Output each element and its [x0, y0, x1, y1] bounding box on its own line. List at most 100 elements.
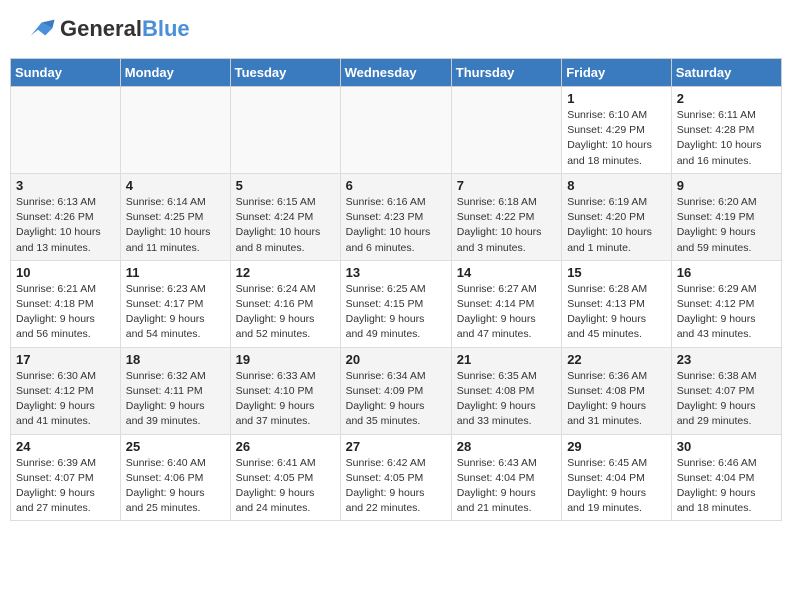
calendar-cell: 4 Sunrise: 6:14 AM Sunset: 4:25 PM Daylig… — [120, 173, 230, 260]
day-info: Sunrise: 6:24 AM Sunset: 4:16 PM Dayligh… — [236, 282, 335, 343]
day-info: Sunrise: 6:34 AM Sunset: 4:09 PM Dayligh… — [346, 369, 446, 430]
weekday-header-tuesday: Tuesday — [230, 59, 340, 87]
day-info: Sunrise: 6:29 AM Sunset: 4:12 PM Dayligh… — [677, 282, 776, 343]
day-number: 6 — [346, 178, 446, 193]
day-info: Sunrise: 6:23 AM Sunset: 4:17 PM Dayligh… — [126, 282, 225, 343]
day-number: 25 — [126, 439, 225, 454]
day-info: Sunrise: 6:41 AM Sunset: 4:05 PM Dayligh… — [236, 456, 335, 517]
calendar-cell: 23 Sunrise: 6:38 AM Sunset: 4:07 PM Dayli… — [671, 347, 781, 434]
day-number: 15 — [567, 265, 666, 280]
day-info: Sunrise: 6:25 AM Sunset: 4:15 PM Dayligh… — [346, 282, 446, 343]
day-info: Sunrise: 6:14 AM Sunset: 4:25 PM Dayligh… — [126, 195, 225, 256]
weekday-header-thursday: Thursday — [451, 59, 561, 87]
calendar-cell: 2Sunrise: 6:11 AM Sunset: 4:28 PM Daylig… — [671, 87, 781, 174]
day-info: Sunrise: 6:30 AM Sunset: 4:12 PM Dayligh… — [16, 369, 115, 430]
day-number: 9 — [677, 178, 776, 193]
calendar-cell: 6 Sunrise: 6:16 AM Sunset: 4:23 PM Daylig… — [340, 173, 451, 260]
day-info: Sunrise: 6:27 AM Sunset: 4:14 PM Dayligh… — [457, 282, 556, 343]
day-number: 18 — [126, 352, 225, 367]
day-info: Sunrise: 6:32 AM Sunset: 4:11 PM Dayligh… — [126, 369, 225, 430]
day-number: 16 — [677, 265, 776, 280]
day-number: 26 — [236, 439, 335, 454]
calendar-cell: 12Sunrise: 6:24 AM Sunset: 4:16 PM Dayli… — [230, 260, 340, 347]
calendar-cell: 8Sunrise: 6:19 AM Sunset: 4:20 PM Daylig… — [562, 173, 672, 260]
calendar-cell: 15 Sunrise: 6:28 AM Sunset: 4:13 PM Dayli… — [562, 260, 672, 347]
day-number: 10 — [16, 265, 115, 280]
calendar-cell: 1 Sunrise: 6:10 AM Sunset: 4:29 PM Daylig… — [562, 87, 672, 174]
day-number: 23 — [677, 352, 776, 367]
calendar-cell — [340, 87, 451, 174]
day-number: 17 — [16, 352, 115, 367]
calendar-cell: 16 Sunrise: 6:29 AM Sunset: 4:12 PM Dayli… — [671, 260, 781, 347]
day-number: 1 — [567, 91, 666, 106]
calendar-cell — [451, 87, 561, 174]
calendar-table: SundayMondayTuesdayWednesdayThursdayFrid… — [10, 58, 782, 521]
day-number: 20 — [346, 352, 446, 367]
calendar-cell: 17 Sunrise: 6:30 AM Sunset: 4:12 PM Dayli… — [11, 347, 121, 434]
day-info: Sunrise: 6:42 AM Sunset: 4:05 PM Dayligh… — [346, 456, 446, 517]
calendar-cell: 21 Sunrise: 6:35 AM Sunset: 4:08 PM Dayli… — [451, 347, 561, 434]
day-info: Sunrise: 6:38 AM Sunset: 4:07 PM Dayligh… — [677, 369, 776, 430]
calendar-cell: 14 Sunrise: 6:27 AM Sunset: 4:14 PM Dayli… — [451, 260, 561, 347]
logo: GeneralBlue Blue — [20, 15, 190, 43]
calendar-cell: 5 Sunrise: 6:15 AM Sunset: 4:24 PM Daylig… — [230, 173, 340, 260]
calendar-cell: 20 Sunrise: 6:34 AM Sunset: 4:09 PM Dayli… — [340, 347, 451, 434]
calendar-cell: 7Sunrise: 6:18 AM Sunset: 4:22 PM Daylig… — [451, 173, 561, 260]
day-info: Sunrise: 6:16 AM Sunset: 4:23 PM Dayligh… — [346, 195, 446, 256]
day-number: 24 — [16, 439, 115, 454]
weekday-header-sunday: Sunday — [11, 59, 121, 87]
day-info: Sunrise: 6:20 AM Sunset: 4:19 PM Dayligh… — [677, 195, 776, 256]
day-info: Sunrise: 6:15 AM Sunset: 4:24 PM Dayligh… — [236, 195, 335, 256]
day-number: 13 — [346, 265, 446, 280]
weekday-header-wednesday: Wednesday — [340, 59, 451, 87]
calendar-cell: 13 Sunrise: 6:25 AM Sunset: 4:15 PM Dayli… — [340, 260, 451, 347]
day-info: Sunrise: 6:21 AM Sunset: 4:18 PM Dayligh… — [16, 282, 115, 343]
day-number: 3 — [16, 178, 115, 193]
day-info: Sunrise: 6:10 AM Sunset: 4:29 PM Dayligh… — [567, 108, 666, 169]
day-number: 22 — [567, 352, 666, 367]
calendar-cell: 24 Sunrise: 6:39 AM Sunset: 4:07 PM Dayli… — [11, 434, 121, 521]
day-info: Sunrise: 6:11 AM Sunset: 4:28 PM Dayligh… — [677, 108, 776, 169]
day-number: 30 — [677, 439, 776, 454]
day-number: 4 — [126, 178, 225, 193]
day-info: Sunrise: 6:18 AM Sunset: 4:22 PM Dayligh… — [457, 195, 556, 256]
day-number: 14 — [457, 265, 556, 280]
day-number: 27 — [346, 439, 446, 454]
calendar-cell: 29Sunrise: 6:45 AM Sunset: 4:04 PM Dayli… — [562, 434, 672, 521]
day-info: Sunrise: 6:39 AM Sunset: 4:07 PM Dayligh… — [16, 456, 115, 517]
day-info: Sunrise: 6:35 AM Sunset: 4:08 PM Dayligh… — [457, 369, 556, 430]
calendar-cell — [120, 87, 230, 174]
weekday-header-monday: Monday — [120, 59, 230, 87]
calendar-cell: 25 Sunrise: 6:40 AM Sunset: 4:06 PM Dayli… — [120, 434, 230, 521]
calendar-cell: 22 Sunrise: 6:36 AM Sunset: 4:08 PM Dayli… — [562, 347, 672, 434]
calendar-cell: 3 Sunrise: 6:13 AM Sunset: 4:26 PM Daylig… — [11, 173, 121, 260]
calendar-cell — [11, 87, 121, 174]
day-number: 28 — [457, 439, 556, 454]
calendar-cell — [230, 87, 340, 174]
calendar-cell: 26 Sunrise: 6:41 AM Sunset: 4:05 PM Dayli… — [230, 434, 340, 521]
day-info: Sunrise: 6:33 AM Sunset: 4:10 PM Dayligh… — [236, 369, 335, 430]
day-number: 21 — [457, 352, 556, 367]
logo-icon — [20, 15, 56, 43]
day-number: 19 — [236, 352, 335, 367]
day-number: 5 — [236, 178, 335, 193]
page-header: GeneralBlue Blue — [10, 10, 782, 48]
calendar-cell: 19 Sunrise: 6:33 AM Sunset: 4:10 PM Dayli… — [230, 347, 340, 434]
calendar-cell: 30 Sunrise: 6:46 AM Sunset: 4:04 PM Dayli… — [671, 434, 781, 521]
calendar-cell: 11Sunrise: 6:23 AM Sunset: 4:17 PM Dayli… — [120, 260, 230, 347]
calendar-cell: 18 Sunrise: 6:32 AM Sunset: 4:11 PM Dayli… — [120, 347, 230, 434]
day-info: Sunrise: 6:36 AM Sunset: 4:08 PM Dayligh… — [567, 369, 666, 430]
day-info: Sunrise: 6:46 AM Sunset: 4:04 PM Dayligh… — [677, 456, 776, 517]
day-info: Sunrise: 6:13 AM Sunset: 4:26 PM Dayligh… — [16, 195, 115, 256]
calendar-cell: 28 Sunrise: 6:43 AM Sunset: 4:04 PM Dayli… — [451, 434, 561, 521]
day-info: Sunrise: 6:45 AM Sunset: 4:04 PM Dayligh… — [567, 456, 666, 517]
weekday-header-friday: Friday — [562, 59, 672, 87]
day-number: 8 — [567, 178, 666, 193]
day-info: Sunrise: 6:28 AM Sunset: 4:13 PM Dayligh… — [567, 282, 666, 343]
logo-blue: Blue — [142, 16, 190, 41]
day-info: Sunrise: 6:43 AM Sunset: 4:04 PM Dayligh… — [457, 456, 556, 517]
calendar-cell: 27 Sunrise: 6:42 AM Sunset: 4:05 PM Dayli… — [340, 434, 451, 521]
logo-general: General — [60, 16, 142, 41]
weekday-header-saturday: Saturday — [671, 59, 781, 87]
day-info: Sunrise: 6:40 AM Sunset: 4:06 PM Dayligh… — [126, 456, 225, 517]
